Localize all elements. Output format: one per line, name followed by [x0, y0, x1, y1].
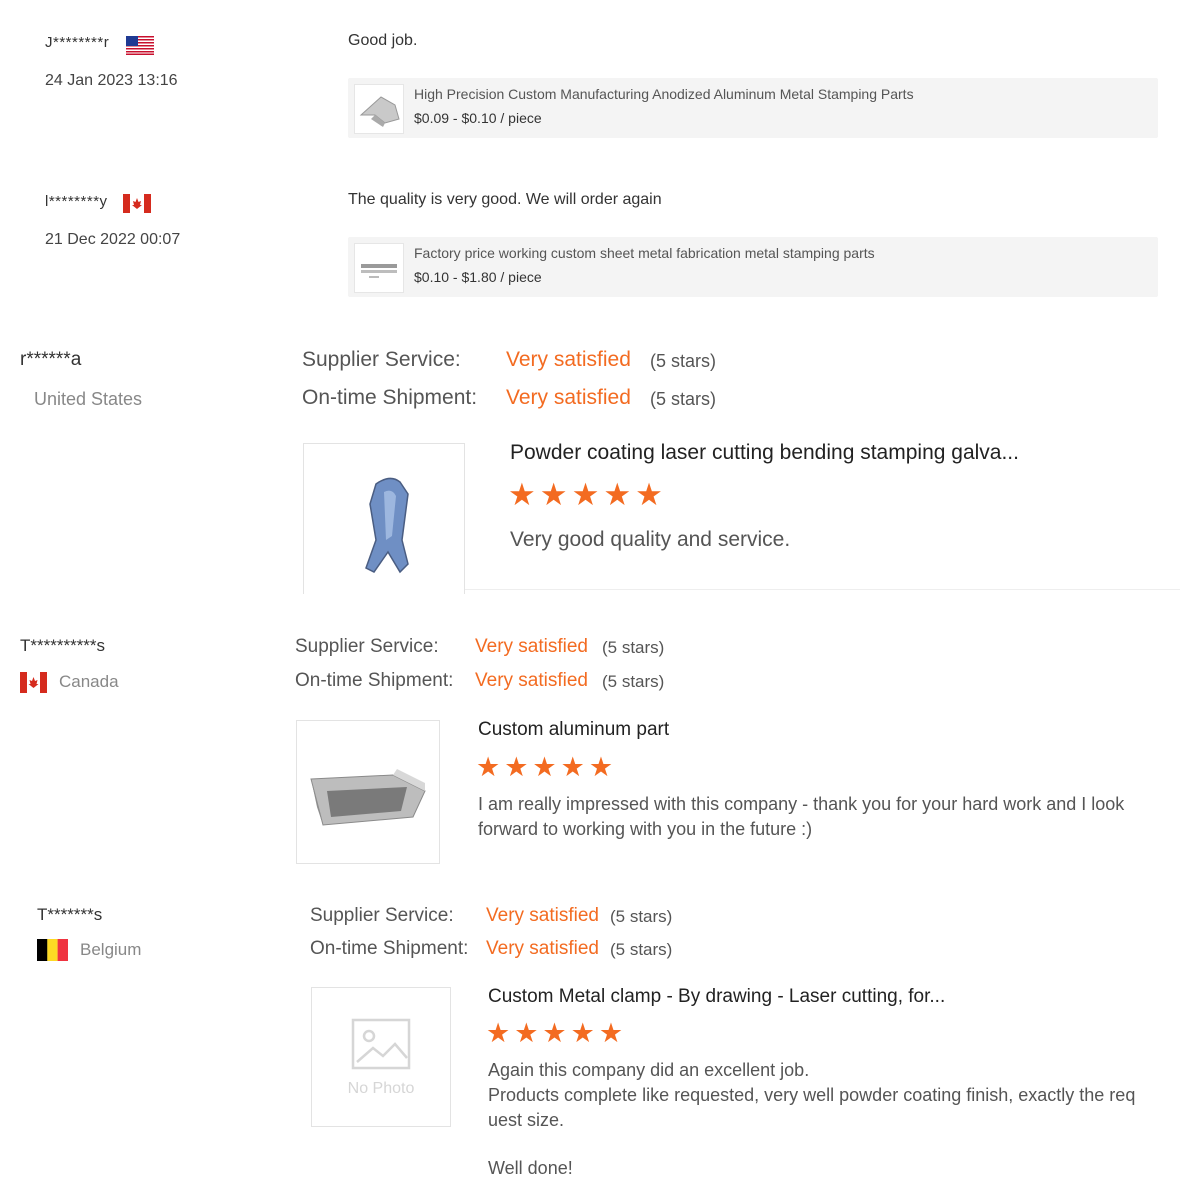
review-text-line: I am really impressed with this company …: [478, 794, 1125, 814]
product-price: $0.09 - $0.10 / piece: [414, 110, 542, 126]
reviewer-country: Belgium: [80, 940, 142, 959]
review-text-line: forward to working with you in the futur…: [478, 819, 813, 839]
review-text: Very good quality and service.: [510, 528, 791, 551]
review-text-line: uest size.: [488, 1110, 565, 1130]
reviewer-name: T*******s: [37, 905, 103, 924]
product-title-link[interactable]: Custom aluminum part: [478, 719, 669, 741]
shipment-stars: (5 stars): [650, 389, 717, 409]
supplier-service-label: Supplier Service:: [302, 348, 461, 371]
supplier-service-label: Supplier Service:: [310, 905, 454, 926]
product-card[interactable]: Factory price working custom sheet metal…: [348, 237, 1158, 297]
shipment-label: On-time Shipment:: [295, 670, 454, 691]
review-comment: Good job.: [348, 32, 418, 49]
shipment-value: Very satisfied: [475, 670, 588, 691]
rating-stars: ★★★★★: [486, 1018, 628, 1048]
shipment-label: On-time Shipment:: [310, 938, 469, 959]
product-title-link[interactable]: Factory price working custom sheet metal…: [414, 245, 875, 261]
product-title-link[interactable]: High Precision Custom Manufacturing Anod…: [414, 86, 914, 102]
supplier-service-stars: (5 stars): [610, 907, 673, 926]
supplier-service-label: Supplier Service:: [295, 636, 439, 657]
shipment-stars: (5 stars): [610, 940, 673, 959]
review-date: 24 Jan 2023 13:16: [45, 72, 178, 89]
canada-flag-icon: [123, 194, 151, 213]
reviewer-name: J********r: [45, 34, 110, 51]
shipment-label: On-time Shipment:: [302, 386, 478, 409]
product-image[interactable]: [303, 443, 465, 594]
product-thumbnail[interactable]: [354, 84, 404, 134]
no-photo-label: No Photo: [347, 1080, 415, 1097]
reviewer-name: l********y: [45, 193, 108, 210]
review-comment: The quality is very good. We will order …: [348, 191, 662, 208]
reviewer-name: r******a: [20, 349, 82, 370]
reviewer-name: T**********s: [20, 636, 106, 655]
product-card[interactable]: High Precision Custom Manufacturing Anod…: [348, 78, 1158, 138]
supplier-service-value: Very satisfied: [486, 905, 599, 926]
shipment-value: Very satisfied: [506, 386, 631, 409]
product-image-placeholder[interactable]: No Photo: [311, 987, 451, 1127]
us-flag-icon: [126, 36, 154, 55]
product-price: $0.10 - $1.80 / piece: [414, 269, 542, 285]
review-text-line: Products complete like requested, very w…: [488, 1085, 1136, 1105]
review-text-line: Well done!: [488, 1158, 573, 1178]
supplier-service-value: Very satisfied: [475, 636, 588, 657]
product-title-link[interactable]: Powder coating laser cutting bending sta…: [510, 441, 1019, 465]
galvanized-part-image: [365, 477, 409, 574]
supplier-service-stars: (5 stars): [650, 351, 717, 371]
divider: [465, 589, 1180, 590]
belgium-flag-icon: [37, 939, 68, 961]
reviewer-country: United States: [34, 389, 143, 409]
canada-flag-icon: [20, 672, 47, 693]
product-thumbnail[interactable]: [354, 243, 404, 293]
stamping-part-image: [359, 96, 400, 127]
shipment-value: Very satisfied: [486, 938, 599, 959]
product-title-link[interactable]: Custom Metal clamp - By drawing - Laser …: [488, 986, 945, 1008]
reviewer-country: Canada: [59, 672, 119, 691]
supplier-service-value: Very satisfied: [506, 348, 631, 371]
product-image[interactable]: [296, 720, 440, 864]
review-date: 21 Dec 2022 00:07: [45, 231, 181, 248]
rating-stars: ★★★★★: [476, 752, 618, 782]
aluminum-part-image: [310, 769, 426, 826]
shipment-stars: (5 stars): [602, 672, 665, 691]
supplier-service-stars: (5 stars): [602, 638, 665, 657]
no-photo-icon: [351, 1018, 411, 1070]
rating-stars: ★★★★★: [508, 477, 667, 512]
review-text-line: Again this company did an excellent job.: [488, 1060, 810, 1080]
sheet-metal-part-image: [361, 264, 397, 278]
